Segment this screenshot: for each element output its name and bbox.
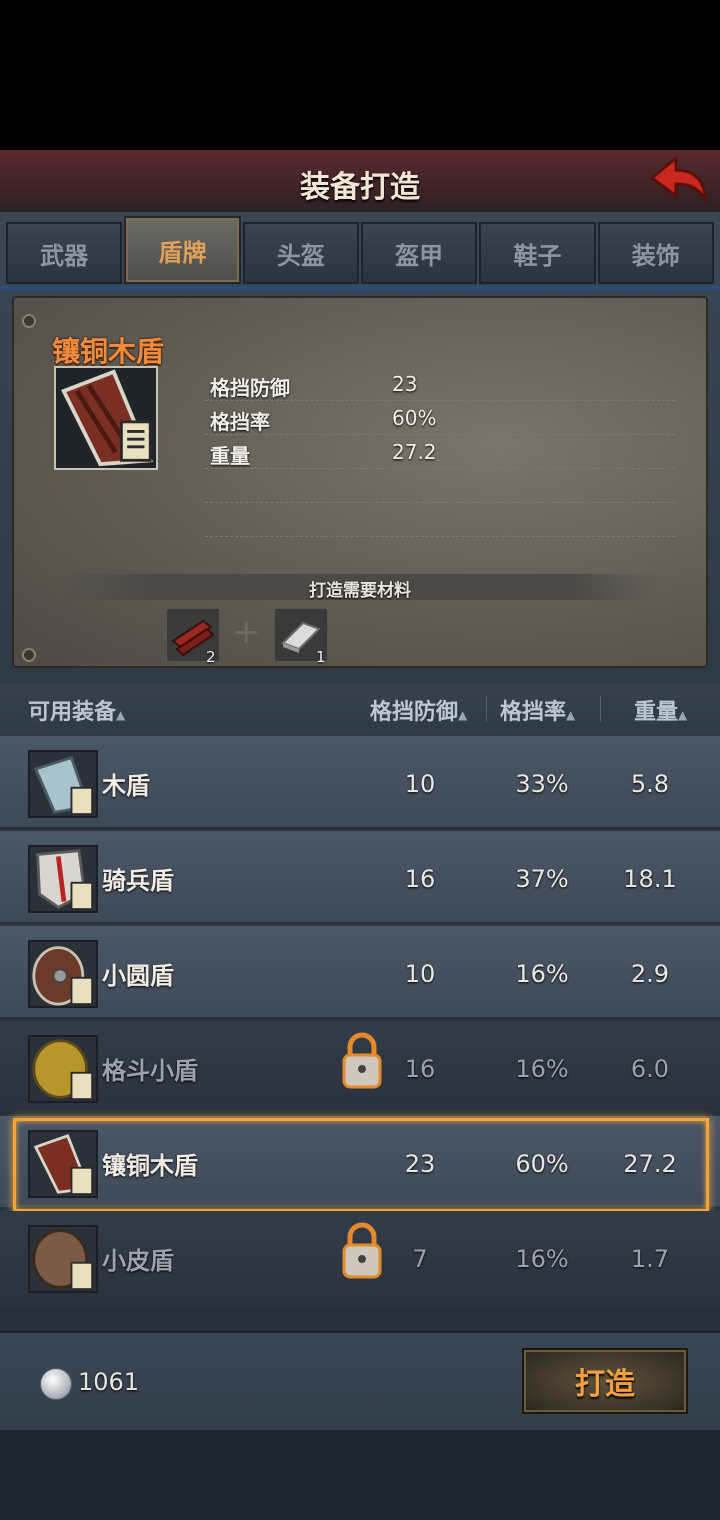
tab-boots[interactable]: 鞋子	[479, 222, 596, 284]
title-bar: 装备打造	[0, 150, 720, 214]
item-name: 小皮盾	[102, 1247, 174, 1275]
item-weight: 2.9	[630, 960, 670, 988]
list-item[interactable]: 小圆盾 10 16% 2.9	[0, 926, 720, 1019]
copper-wooden-shield-icon	[28, 1130, 98, 1198]
header-weight[interactable]: 重量▲	[634, 694, 687, 726]
item-block-defense: 16	[404, 865, 436, 893]
item-name: 格斗小盾	[102, 1057, 198, 1085]
divider	[205, 434, 675, 435]
selected-item-name: 镶铜木盾	[52, 335, 165, 368]
header-available-equipment[interactable]: 可用装备▲	[28, 694, 125, 726]
divider	[205, 536, 675, 537]
nail-icon	[22, 314, 36, 328]
item-weight: 6.0	[630, 1055, 670, 1083]
item-name: 小圆盾	[102, 962, 174, 990]
tab-helmets[interactable]: 头盔	[242, 222, 359, 284]
item-block-defense: 10	[404, 770, 436, 798]
item-name: 镶铜木盾	[102, 1152, 198, 1180]
copper-wooden-shield-icon	[54, 366, 158, 470]
item-weight: 18.1	[623, 865, 677, 893]
divider	[205, 400, 675, 401]
forge-button[interactable]: 打造	[522, 1348, 688, 1414]
list-item[interactable]: 木盾 10 33% 5.8	[0, 736, 720, 829]
tab-accessories[interactable]: 装饰	[597, 222, 714, 284]
item-weight: 5.8	[630, 770, 670, 798]
list-item[interactable]: 小皮盾 7 16% 1.7	[0, 1211, 720, 1311]
stat-label-weight: 重量	[210, 444, 250, 468]
stat-value-block-rate: 60%	[392, 406, 437, 430]
leather-shield-icon	[28, 1225, 98, 1293]
item-block-defense: 16	[404, 1055, 436, 1083]
footer-area	[0, 1430, 720, 1520]
item-block-rate: 16%	[515, 960, 569, 988]
item-block-defense: 10	[404, 960, 436, 988]
item-block-rate: 16%	[515, 1055, 569, 1083]
silver-coin-icon	[40, 1368, 72, 1400]
stat-value-weight: 27.2	[392, 440, 437, 464]
list-item[interactable]: 镶铜木盾 23 60% 27.2	[0, 1116, 720, 1209]
item-block-defense: 23	[404, 1150, 436, 1178]
stat-label-block-rate: 格挡率	[210, 410, 270, 434]
header-block-rate[interactable]: 格挡率▲	[500, 694, 575, 726]
item-weight: 1.7	[630, 1245, 670, 1273]
item-block-rate: 60%	[515, 1150, 569, 1178]
back-arrow-icon[interactable]	[646, 152, 710, 208]
cavalry-shield-icon	[28, 845, 98, 913]
item-name: 骑兵盾	[102, 867, 174, 895]
tab-armor[interactable]: 盔甲	[360, 222, 478, 284]
nail-icon	[22, 648, 36, 662]
item-block-rate: 37%	[515, 865, 569, 893]
material-count: 2	[206, 648, 216, 666]
item-weight: 27.2	[623, 1150, 677, 1178]
divider	[205, 502, 675, 503]
buckler-icon	[28, 1035, 98, 1103]
item-block-rate: 33%	[515, 770, 569, 798]
list-item[interactable]: 骑兵盾 16 37% 18.1	[0, 831, 720, 924]
wooden-shield-icon	[28, 750, 98, 818]
round-shield-icon	[28, 940, 98, 1008]
header-separator	[600, 696, 601, 722]
category-tabs: 武器 盾牌 头盔 盔甲 鞋子 装饰	[6, 216, 714, 286]
materials-title: 打造需要材料	[309, 581, 411, 601]
status-area	[0, 0, 720, 150]
item-name: 木盾	[102, 772, 150, 800]
header-block-defense[interactable]: 格挡防御▲	[370, 694, 467, 726]
page-title: 装备打造	[300, 170, 420, 205]
header-separator	[486, 696, 487, 722]
plus-symbol: +	[232, 612, 261, 652]
stat-value-block-defense: 23	[392, 372, 418, 396]
silver-amount: 1061	[78, 1368, 140, 1396]
materials-bar: 打造需要材料	[60, 574, 660, 601]
item-block-defense: 7	[412, 1245, 428, 1273]
divider	[205, 468, 675, 469]
tab-shields[interactable]: 盾牌	[124, 216, 241, 284]
tab-weapons[interactable]: 武器	[6, 222, 123, 284]
tab-underline	[0, 286, 720, 290]
item-block-rate: 16%	[515, 1245, 569, 1273]
stat-label-block-defense: 格挡防御	[210, 376, 290, 400]
material-count: 1	[316, 648, 326, 666]
list-item[interactable]: 格斗小盾 16 16% 6.0	[0, 1021, 720, 1114]
